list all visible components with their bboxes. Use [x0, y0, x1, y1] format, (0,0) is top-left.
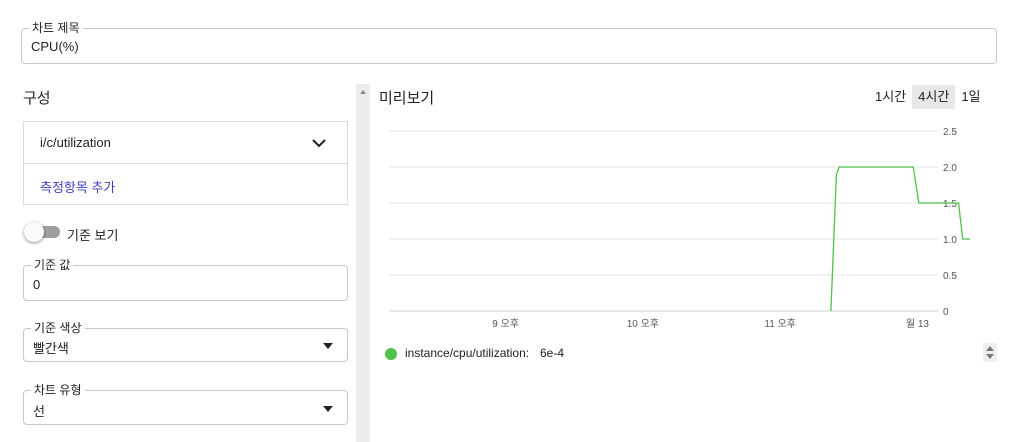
preview-heading: 미리보기 [379, 90, 435, 107]
baseline-value-field[interactable]: 기준 값 0 [23, 258, 348, 301]
legend-series-dot [385, 348, 397, 360]
chart-type-select[interactable]: 차트 유형 선 [23, 383, 348, 425]
spinner-up-icon[interactable] [986, 346, 994, 351]
config-heading: 구성 [23, 90, 51, 107]
y-tick-label: 1.0 [943, 235, 957, 246]
metric-box: i/c/utilization 측정항목 추가 [23, 121, 348, 205]
spinner-down-icon[interactable] [986, 354, 994, 359]
x-tick-label: 9 오후 [492, 318, 519, 330]
legend-series-value: 6e-4 [540, 346, 565, 360]
baseline-color-select[interactable]: 기준 색상 빨간색 [23, 321, 348, 362]
dropdown-arrow-icon[interactable] [323, 406, 333, 412]
scroll-up-arrow-icon[interactable] [360, 90, 366, 94]
baseline-toggle[interactable] [24, 222, 60, 242]
y-tick-label: 0 [943, 307, 949, 318]
dropdown-arrow-icon[interactable] [323, 343, 333, 349]
range-tab-1d[interactable]: 1일 [955, 85, 986, 109]
legend-series-name: instance/cpu/utilization: [405, 346, 530, 360]
chart-title-field[interactable]: 차트 제목 CPU(%) [21, 21, 997, 64]
chart-type-value: 선 [33, 404, 45, 419]
range-tab-4h[interactable]: 4시간 [912, 85, 956, 109]
chart-type-label: 차트 유형 [31, 383, 85, 397]
chevron-down-icon[interactable] [311, 136, 327, 150]
chart-title-value[interactable]: CPU(%) [31, 39, 79, 54]
baseline-value-label: 기준 값 [31, 258, 74, 272]
time-range-tabs: 1시간 4시간 1일 [869, 85, 987, 109]
legend-scroll-spinner[interactable] [983, 343, 997, 362]
y-tick-label: 1.5 [943, 199, 957, 210]
preview-line-chart: 0 0.5 1.0 1.5 2.0 2.5 9 오후 10 오후 11 오후 월 13 [389, 127, 970, 330]
metric-name: i/c/utilization [40, 135, 111, 150]
baseline-toggle-label: 기준 보기 [67, 228, 119, 243]
chart-title-label: 차트 제목 [29, 21, 83, 35]
x-tick-label: 10 오후 [627, 318, 659, 330]
baseline-color-value: 빨간색 [33, 341, 69, 356]
baseline-color-label: 기준 색상 [31, 321, 85, 335]
x-tick-label: 11 오후 [764, 318, 796, 330]
y-tick-label: 2.5 [943, 127, 957, 138]
config-scrollbar[interactable] [356, 84, 370, 442]
add-metric-link[interactable]: 측정항목 추가 [40, 177, 115, 196]
x-tick-label: 월 13 [906, 318, 930, 330]
baseline-value-input[interactable]: 0 [33, 277, 40, 292]
y-tick-label: 0.5 [943, 271, 957, 282]
range-tab-1h[interactable]: 1시간 [869, 85, 912, 109]
toggle-thumb [24, 222, 44, 242]
metric-selector[interactable]: i/c/utilization [24, 122, 347, 164]
y-tick-label: 2.0 [943, 163, 957, 174]
